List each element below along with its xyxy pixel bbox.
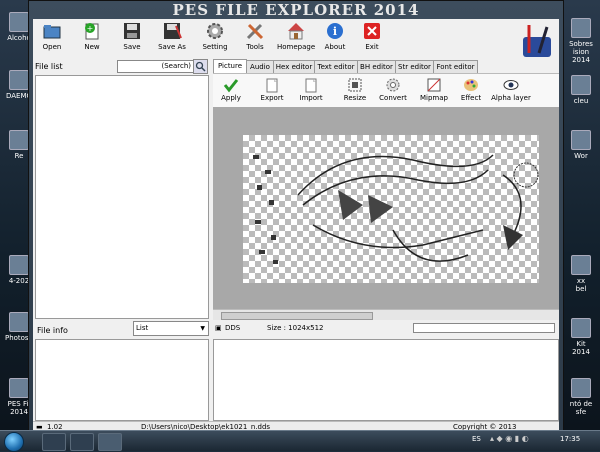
tools-icon [245,21,265,41]
file-info-view-select[interactable]: List ▼ [133,321,209,336]
texture-preview [243,135,539,283]
desktop-icon[interactable]: Wor [564,130,598,160]
language-indicator[interactable]: ES [472,435,481,443]
picture-info-box [213,339,559,421]
viewer-horizontal-scrollbar[interactable] [213,309,559,320]
app-icon [571,378,591,398]
search-button[interactable] [193,59,208,74]
app-window: PES FILE EXPLORER 2014 Open + New Save S… [28,0,564,442]
image-status-bar: ▣ DDS Size : 1024x512 [213,322,559,334]
file-list[interactable] [35,75,209,319]
import-icon [303,77,319,93]
app-icon [9,255,29,275]
image-size: Size : 1024x512 [267,324,324,332]
desktop-icon[interactable]: xx bel [564,255,598,293]
homepage-button[interactable]: Homepage [277,21,315,57]
search-icon [195,61,206,72]
progress-bar [413,323,555,333]
home-icon [286,21,306,41]
file-list-label: File list [35,62,63,71]
taskbar: ES ▴ ◆ ◉ ▮ ◐ 17:35 [0,430,600,452]
app-icon [9,12,29,32]
folder-open-icon [42,21,62,41]
chevron-down-icon: ▼ [200,325,205,332]
start-button[interactable] [4,432,24,452]
picture-viewer[interactable] [213,107,559,309]
picture-toolbar: Apply Export Import Resize Convert Mipma… [213,73,559,108]
tab-audio[interactable]: Audio [246,60,274,73]
tools-button[interactable]: Tools [239,21,271,57]
apply-button[interactable]: Apply [219,77,243,102]
import-button[interactable]: Import [297,77,325,102]
taskbar-clock[interactable]: 17:35 [560,435,580,443]
main-toolbar: Open + New Save Save As Setting Tools Ho… [33,19,559,59]
window-title: PES FILE EXPLORER 2014 [172,1,420,19]
desktop-icon[interactable]: Kit 2014 [564,318,598,356]
desktop-icon[interactable]: Sobres ision 2014 [564,18,598,64]
taskbar-pes-explorer-button[interactable] [98,433,122,451]
file-info-select-value: List [136,324,149,332]
image-format: DDS [225,324,241,332]
app-icon [9,70,29,90]
export-button[interactable]: Export [259,77,285,102]
save-as-button[interactable]: Save As [155,21,189,57]
desktop-icon[interactable]: ntó de sfe [564,378,598,416]
tab-text-editor[interactable]: Text editor [314,60,358,73]
app-icon [571,75,591,95]
new-file-icon: + [82,21,102,41]
resize-icon [347,77,363,93]
info-icon: i [325,21,345,41]
svg-text:+: + [87,24,94,33]
exit-button[interactable]: Exit [357,21,387,57]
window-client: Open + New Save Save As Setting Tools Ho… [33,19,559,442]
app-logo-icon [519,23,555,59]
search-input[interactable]: (Search) [117,60,194,73]
palette-icon [463,77,479,93]
app-icon [571,318,591,338]
open-button[interactable]: Open [37,21,67,57]
app-icon [9,312,29,332]
scrollbar-thumb[interactable] [221,312,373,320]
taskbar-media-button[interactable] [70,433,94,451]
app-icon [9,378,29,398]
save-as-icon [162,21,182,41]
floppy-icon [122,21,142,41]
tab-bh-editor[interactable]: BH editor [357,60,396,73]
checkmark-icon [223,77,239,93]
app-icon [571,18,591,38]
tab-hex-editor[interactable]: Hex editor [273,60,315,73]
setting-button[interactable]: Setting [199,21,231,57]
resize-button[interactable]: Resize [341,77,369,102]
about-button[interactable]: i About [320,21,350,57]
tab-font-editor[interactable]: Font editor [433,60,478,73]
save-button[interactable]: Save [117,21,147,57]
file-info-box [35,339,209,421]
close-icon [362,21,382,41]
gear-icon [205,21,225,41]
new-button[interactable]: + New [77,21,107,57]
convert-button[interactable]: Convert [377,77,409,102]
desktop-icon[interactable]: cleu [564,75,598,105]
dds-format-icon: ▣ [215,324,222,332]
tray-icons[interactable]: ▴ ◆ ◉ ▮ ◐ [490,434,529,443]
app-icon [9,130,29,150]
mipmap-icon [426,77,442,93]
mipmap-button[interactable]: Mipmap [419,77,449,102]
svg-text:i: i [333,25,337,38]
tab-picture[interactable]: Picture [213,59,247,73]
convert-icon [385,77,401,93]
effect-button[interactable]: Effect [457,77,485,102]
tab-str-editor[interactable]: Str editor [395,60,434,73]
alpha-layer-button[interactable]: Alpha layer [491,77,531,102]
taskbar-explorer-button[interactable] [42,433,66,451]
app-icon [571,255,591,275]
app-icon [571,130,591,150]
kit-texture-image [253,154,539,264]
file-info-label: File info [37,326,68,335]
eye-icon [503,77,519,93]
export-icon [264,77,280,93]
